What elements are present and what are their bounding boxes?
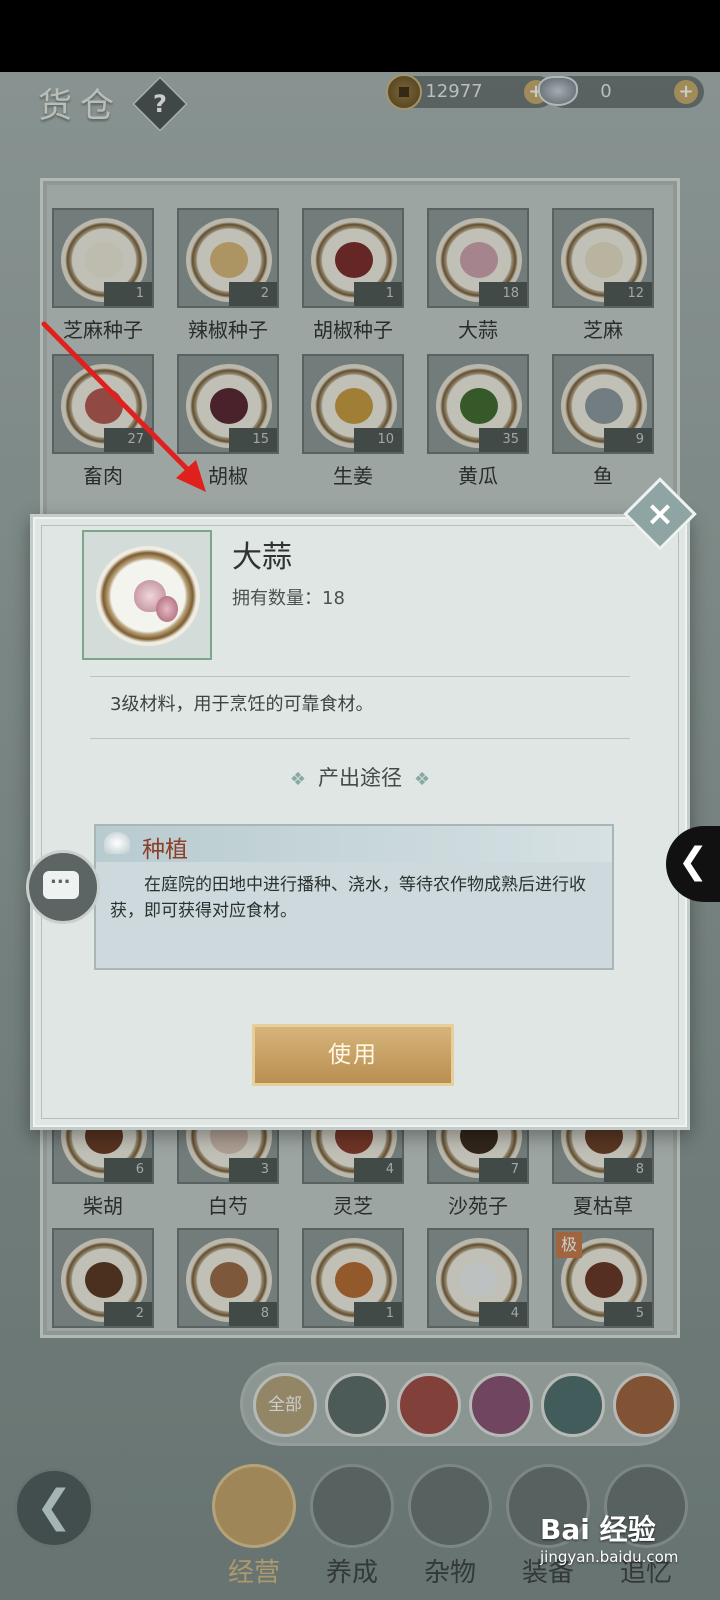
- watermark: Bai 经验 jingyan.baidu.com: [540, 1513, 679, 1566]
- item-name: 大蒜: [232, 540, 292, 575]
- chat-button[interactable]: [26, 850, 100, 924]
- garlic-plate-icon: [96, 546, 200, 646]
- source-description: 在庭院的田地中进行播种、浇水，等待农作物成熟后进行收获，即可获得对应食材。: [110, 875, 586, 921]
- ornament-icon: ❖: [289, 769, 306, 790]
- item-icon-frame: [82, 530, 212, 660]
- item-owned-count: 拥有数量：18: [232, 588, 345, 609]
- annotation-arrow-icon: [41, 321, 206, 492]
- source-title: 种植: [142, 837, 188, 863]
- source-section-title: ❖ 产出途径 ❖: [289, 766, 431, 790]
- divider: [90, 738, 630, 739]
- item-description: 3级材料，用于烹饪的可靠食材。: [110, 694, 374, 715]
- status-bar: [0, 0, 720, 72]
- close-icon: ×: [645, 494, 675, 534]
- divider: [90, 676, 630, 677]
- ornament-icon: ❖: [414, 769, 431, 790]
- lotus-icon: [104, 832, 130, 854]
- chat-bubble-icon: [43, 867, 79, 899]
- use-button[interactable]: 使用: [252, 1024, 454, 1086]
- source-card-planting: 种植 在庭院的田地中进行播种、浇水，等待农作物成熟后进行收获，即可获得对应食材。: [94, 824, 614, 970]
